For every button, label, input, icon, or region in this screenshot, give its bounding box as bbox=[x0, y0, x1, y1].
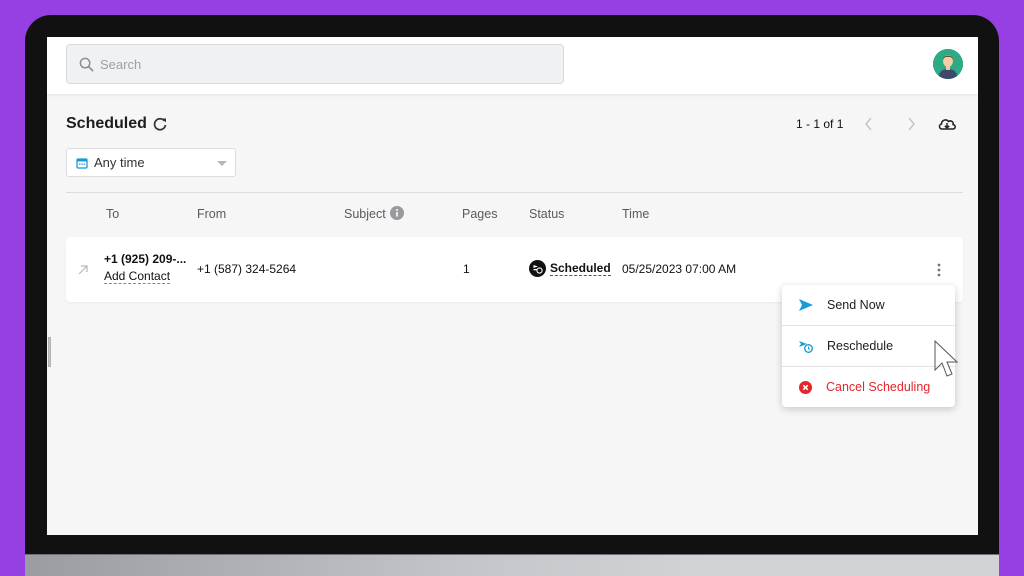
menu-item-cancel-scheduling[interactable]: Cancel Scheduling bbox=[782, 367, 955, 407]
row-actions-menu: Send Now Reschedule Cancel Scheduling bbox=[782, 285, 955, 407]
chevron-left-icon[interactable] bbox=[861, 115, 877, 133]
search-icon bbox=[79, 57, 94, 71]
filter-selected-value: Any time bbox=[94, 155, 145, 170]
chevron-right-icon[interactable] bbox=[903, 115, 919, 133]
column-header-time: Time bbox=[622, 207, 650, 221]
cancel-icon bbox=[799, 380, 812, 394]
menu-item-reschedule[interactable]: Reschedule bbox=[782, 326, 955, 366]
menu-item-label: Cancel Scheduling bbox=[826, 380, 931, 394]
column-header-subject-label: Subject bbox=[344, 207, 386, 221]
recipient-number: +1 (925) 209-... bbox=[104, 252, 187, 266]
top-bar bbox=[47, 37, 978, 94]
list-header: Scheduled 1 - 1 of 1 bbox=[66, 115, 963, 135]
column-header-pages: Pages bbox=[462, 207, 498, 221]
column-header-subject: Subject bbox=[344, 206, 404, 221]
divider bbox=[66, 192, 963, 193]
menu-item-label: Reschedule bbox=[827, 339, 894, 353]
status-label: Scheduled bbox=[550, 261, 611, 276]
send-icon bbox=[799, 299, 813, 311]
page-title: Scheduled bbox=[66, 115, 147, 132]
more-options-icon[interactable] bbox=[935, 262, 943, 278]
scheduled-time: 05/25/2023 07:00 AM bbox=[622, 262, 737, 276]
reschedule-icon bbox=[799, 340, 813, 353]
time-filter-dropdown[interactable]: Any time bbox=[66, 148, 236, 177]
table-header: To From Subject Pages Status Time bbox=[66, 206, 963, 223]
user-avatar[interactable] bbox=[933, 49, 963, 79]
chevron-down-icon bbox=[217, 161, 227, 166]
laptop-base bbox=[25, 554, 999, 576]
scheduled-status-icon bbox=[529, 260, 546, 277]
search-input[interactable] bbox=[100, 56, 540, 72]
app-screen: Scheduled 1 - 1 of 1 Any time T bbox=[47, 37, 978, 535]
menu-item-send-now[interactable]: Send Now bbox=[782, 285, 955, 325]
outgoing-arrow-icon bbox=[78, 265, 88, 275]
page-count: 1 bbox=[463, 262, 470, 276]
menu-item-label: Send Now bbox=[827, 298, 885, 312]
info-icon[interactable] bbox=[389, 206, 404, 220]
status-badge[interactable]: Scheduled bbox=[529, 260, 611, 277]
add-contact-link[interactable]: Add Contact bbox=[104, 269, 171, 284]
search-box[interactable] bbox=[66, 44, 564, 84]
sender-number: +1 (587) 324-5264 bbox=[197, 262, 297, 276]
resize-handle[interactable] bbox=[48, 337, 51, 367]
cloud-download-icon[interactable] bbox=[937, 115, 957, 133]
avatar-icon bbox=[933, 49, 963, 79]
column-header-status: Status bbox=[529, 207, 565, 221]
pagination-text: 1 - 1 of 1 bbox=[796, 117, 844, 131]
refresh-icon[interactable] bbox=[152, 116, 168, 132]
calendar-icon bbox=[76, 157, 88, 169]
column-header-to: To bbox=[106, 207, 120, 221]
column-header-from: From bbox=[197, 207, 227, 221]
